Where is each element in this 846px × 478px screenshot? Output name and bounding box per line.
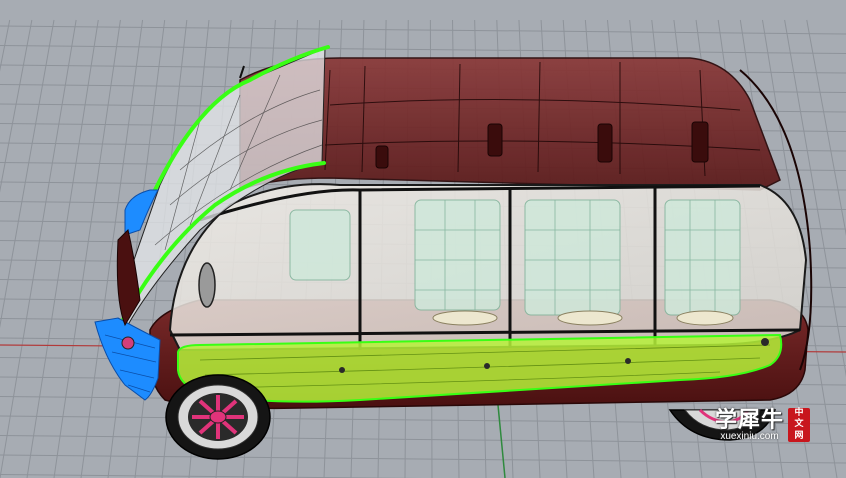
- front-wheel[interactable]: [165, 374, 271, 460]
- rhino-perspective-viewport[interactable]: 学犀牛 xuexiniu.com 中 文 网: [0, 0, 846, 478]
- grid-line-vertical: [80, 19, 144, 478]
- grid-line-vertical: [0, 19, 55, 329]
- grid-line-vertical: [0, 19, 11, 72]
- seat-cushions: [432, 310, 734, 326]
- headlight[interactable]: [121, 336, 135, 350]
- grid-line-horizontal: [0, 474, 424, 478]
- vehicle-model[interactable]: [94, 45, 813, 460]
- grid-line-horizontal: [0, 45, 846, 54]
- antenna: [239, 65, 245, 79]
- world-y-axis: [497, 404, 506, 478]
- watermark-badge-char-1: 中: [794, 408, 804, 419]
- watermark-badge-char-3: 网: [794, 430, 804, 441]
- grid-line-vertical: [806, 19, 846, 237]
- grid-line-vertical: [0, 19, 33, 193]
- watermark-title: 学犀牛: [714, 406, 784, 433]
- side-mirror[interactable]: [198, 262, 216, 308]
- watermark-domain: xuexiniu.com: [720, 430, 779, 442]
- watermark-badge: 中 文 网: [788, 408, 810, 442]
- watermark-logo: 学犀牛 xuexiniu.com 中 文 网: [715, 408, 810, 442]
- grid-line-horizontal: [0, 454, 846, 464]
- watermark-text-block: 学犀牛 xuexiniu.com: [715, 409, 784, 442]
- watermark-badge-char-2: 文: [794, 419, 804, 430]
